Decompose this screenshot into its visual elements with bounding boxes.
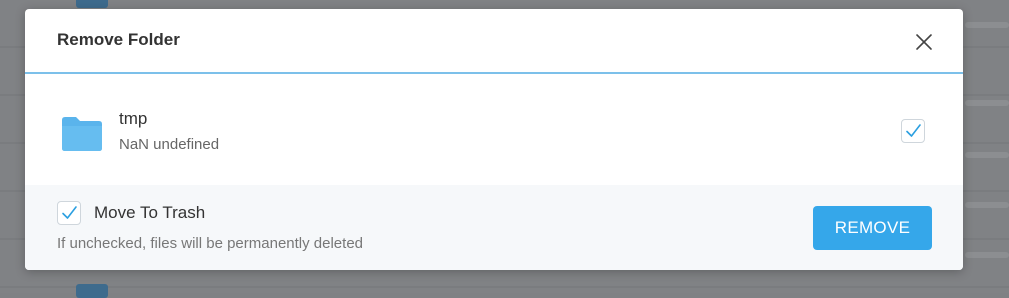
background-row-text bbox=[965, 252, 1009, 258]
close-icon[interactable] bbox=[913, 31, 935, 53]
dialog-footer: Move To Trash If unchecked, files will b… bbox=[25, 185, 963, 270]
dialog-header: Remove Folder bbox=[25, 9, 963, 74]
move-to-trash-label[interactable]: Move To Trash bbox=[94, 203, 205, 223]
move-to-trash-checkbox[interactable] bbox=[57, 201, 81, 225]
folder-select-checkbox[interactable] bbox=[901, 119, 925, 143]
background-row-icon bbox=[76, 284, 108, 298]
remove-button[interactable]: REMOVE bbox=[813, 206, 932, 250]
move-to-trash-hint: If unchecked, files will be permanently … bbox=[57, 235, 364, 252]
background-row-text bbox=[965, 202, 1009, 208]
folder-size-date: NaN undefined bbox=[119, 136, 220, 153]
background-row-text bbox=[965, 152, 1009, 158]
background-row-text bbox=[965, 100, 1009, 106]
dialog-title: Remove Folder bbox=[57, 30, 180, 49]
background-row-icon bbox=[76, 0, 108, 8]
folder-icon bbox=[60, 116, 104, 152]
folder-list-item: tmp NaN undefined bbox=[25, 74, 963, 185]
remove-folder-dialog: Remove Folder tmp NaN undefined Move To … bbox=[25, 9, 963, 270]
background-row-text bbox=[965, 22, 1009, 28]
folder-name: tmp bbox=[119, 109, 148, 128]
